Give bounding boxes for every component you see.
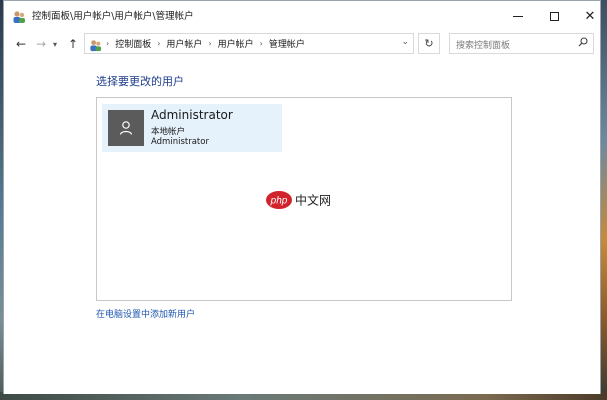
chevron-right-icon[interactable]: ›: [260, 39, 263, 48]
control-panel-window: 控制面板\用户帐户\用户帐户\管理帐户 ✕ ← → ▾ ↑ › 控制面板 › 用…: [3, 0, 601, 394]
chevron-right-icon[interactable]: ›: [157, 39, 160, 48]
watermark-text: 中文网: [295, 193, 331, 208]
address-history-dropdown[interactable]: ⌄: [401, 37, 409, 47]
user-list-panel: Administrator 本地帐户 Administrator php 中文网: [96, 97, 512, 301]
search-icon: [578, 37, 588, 50]
watermark-brand: php: [270, 196, 288, 207]
minimize-icon: [513, 15, 523, 17]
add-user-link[interactable]: 在电脑设置中添加新用户: [96, 307, 195, 320]
users-icon: [12, 9, 26, 23]
chevron-down-icon: ▾: [52, 39, 57, 49]
breadcrumb-item[interactable]: 用户帐户: [166, 37, 202, 50]
user-tile-administrator[interactable]: Administrator 本地帐户 Administrator: [102, 104, 282, 152]
breadcrumb-item[interactable]: 管理帐户: [269, 37, 305, 50]
user-account-type: 本地帐户: [151, 127, 186, 137]
breadcrumb-item[interactable]: 用户帐户: [218, 37, 254, 50]
window-title: 控制面板\用户帐户\用户帐户\管理帐户: [32, 11, 194, 22]
title-bar: 控制面板\用户帐户\用户帐户\管理帐户 ✕: [4, 1, 600, 31]
arrow-right-icon: →: [35, 37, 47, 51]
up-button[interactable]: ↑: [64, 34, 82, 54]
maximize-icon: [549, 11, 559, 21]
user-group: Administrator: [151, 137, 209, 147]
minimize-button[interactable]: [498, 1, 538, 31]
close-icon: ✕: [584, 8, 596, 24]
page-title: 选择要更改的用户: [96, 75, 184, 88]
search-input[interactable]: 搜索控制面板: [449, 33, 594, 54]
close-button[interactable]: ✕: [570, 1, 607, 31]
users-icon: [89, 37, 102, 52]
arrow-up-icon: ↑: [67, 37, 79, 51]
user-name: Administrator: [151, 108, 233, 122]
refresh-button[interactable]: ↻: [418, 33, 440, 54]
back-button[interactable]: ←: [12, 34, 30, 54]
address-bar[interactable]: › 控制面板 › 用户帐户 › 用户帐户 › 管理帐户 ⌄: [84, 33, 414, 54]
maximize-button[interactable]: [534, 1, 574, 31]
watermark-logo: php 中文网: [265, 189, 345, 211]
navigation-bar: ← → ▾ ↑ › 控制面板 › 用户帐户 › 用户帐户 › 管理帐户 ⌄ ↻ …: [4, 31, 600, 57]
search-placeholder: 搜索控制面板: [456, 41, 511, 51]
main-content: 选择要更改的用户 Administrator 本地帐户 Administrato…: [4, 58, 600, 394]
avatar: [108, 110, 144, 146]
breadcrumb-item[interactable]: 控制面板: [115, 37, 151, 50]
forward-button[interactable]: →: [32, 34, 50, 54]
chevron-right-icon[interactable]: ›: [208, 39, 211, 48]
chevron-right-icon: ›: [106, 39, 110, 48]
recent-locations-button[interactable]: ▾: [50, 34, 60, 54]
user-icon: [119, 121, 133, 135]
refresh-icon: ↻: [424, 37, 434, 50]
arrow-left-icon: ←: [15, 37, 27, 51]
breadcrumb: › 控制面板 › 用户帐户 › 用户帐户 › 管理帐户: [106, 37, 305, 50]
